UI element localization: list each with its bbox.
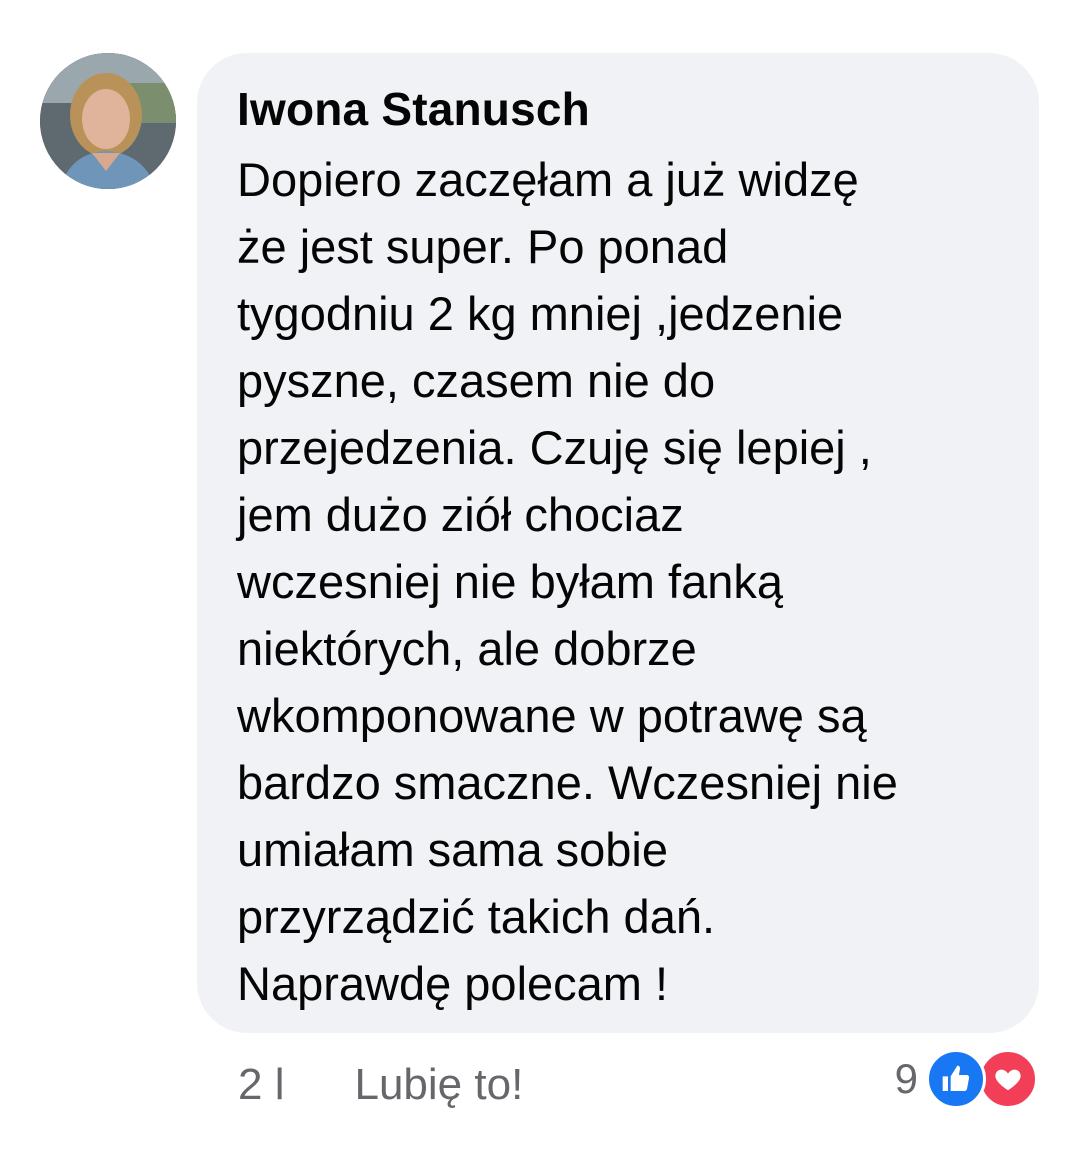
comment-line: wkomponowane w potrawę są bbox=[237, 689, 867, 742]
comment-line: przejedzenia. Czuję się lepiej , bbox=[237, 421, 872, 474]
comment-line: Naprawdę polecam ! bbox=[237, 957, 669, 1010]
comment-line: pyszne, czasem nie do bbox=[237, 354, 716, 407]
love-reaction-icon bbox=[978, 1049, 1038, 1109]
author-name[interactable]: Iwona Stanusch bbox=[237, 81, 1009, 137]
like-reaction-icon bbox=[926, 1049, 986, 1109]
reactions-summary[interactable]: 9 bbox=[895, 1049, 1038, 1109]
comment-line: umiałam sama sobie bbox=[237, 823, 669, 876]
like-button[interactable]: Lubię to! bbox=[354, 1060, 523, 1110]
comment-line: bardzo smaczne. Wczesniej nie bbox=[237, 756, 898, 809]
comment-line: jem dużo ziół chociaz bbox=[237, 488, 684, 541]
comment-line: tygodniu 2 kg mniej ,jedzenie bbox=[237, 287, 844, 340]
comment-line: wczesniej nie byłam fanką bbox=[237, 555, 783, 608]
comment-line: niektórych, ale dobrze bbox=[237, 622, 697, 675]
comment-text: Dopiero zaczęłam a już widzę że jest sup… bbox=[237, 146, 1009, 1017]
avatar[interactable] bbox=[40, 53, 176, 189]
comment-line: przyrządzić takich dań. bbox=[237, 890, 716, 943]
comment-line: Dopiero zaczęłam a już widzę bbox=[237, 153, 859, 206]
comment-line: że jest super. Po ponad bbox=[237, 220, 729, 273]
comment: Iwona Stanusch Dopiero zaczęłam a już wi… bbox=[0, 0, 1080, 1163]
reaction-count: 9 bbox=[894, 1055, 918, 1102]
comment-timestamp[interactable]: 2 l bbox=[238, 1060, 284, 1110]
comment-actions: 2 l Lubię to! bbox=[238, 1055, 523, 1115]
comment-bubble: Iwona Stanusch Dopiero zaczęłam a już wi… bbox=[197, 53, 1039, 1033]
